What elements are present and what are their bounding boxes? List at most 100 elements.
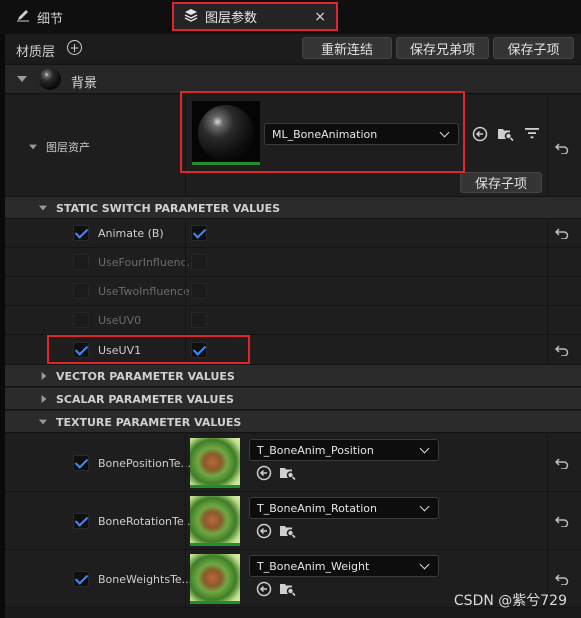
add-layer-icon[interactable]: + <box>67 40 82 55</box>
layer-asset-row: 图层资产 ML_BoneAnimation 保存子项 <box>5 95 581 197</box>
relink-button[interactable]: 重新连结 <box>302 37 392 59</box>
reset-icon[interactable] <box>554 344 569 357</box>
column-divider <box>185 95 186 197</box>
column-divider-right <box>547 277 548 306</box>
vector-section-header[interactable]: VECTOR PARAMETER VALUES <box>5 365 581 387</box>
use-selected-asset-icon[interactable] <box>472 126 488 145</box>
material-layer-toolbar: 材质层 + 重新连结 保存兄弟项 保存子项 <box>5 34 581 62</box>
tab-layer-parameters[interactable]: 图层参数 × <box>172 2 338 31</box>
reset-icon[interactable] <box>554 227 569 240</box>
reset-icon[interactable] <box>554 573 569 586</box>
tab-details[interactable]: 细节 <box>6 2 73 32</box>
param-name: UseFourInfluenc... <box>98 256 198 269</box>
vector-section-title: VECTOR PARAMETER VALUES <box>56 370 235 383</box>
override-checkbox[interactable] <box>73 455 89 471</box>
param-name: BoneWeightsTe... <box>98 573 193 586</box>
expand-arrow-icon[interactable] <box>41 372 47 380</box>
texture-value: T_BoneAnim_Position <box>257 443 374 457</box>
column-divider-right <box>547 95 548 197</box>
override-checkbox[interactable] <box>73 342 89 358</box>
texture-thumbnail[interactable] <box>190 496 240 546</box>
switch-param-row: UseTwoInfluence... <box>5 277 581 306</box>
switch-param-row: UseUV1 <box>5 335 581 365</box>
chevron-down-icon <box>439 127 450 138</box>
override-checkbox[interactable] <box>73 312 89 328</box>
reset-icon[interactable] <box>554 457 569 470</box>
layer-thumbnail <box>39 68 61 90</box>
expand-arrow-icon[interactable] <box>29 144 37 150</box>
collapse-arrow-icon[interactable] <box>39 205 47 211</box>
layer-asset-label: 图层资产 <box>46 141 90 154</box>
override-checkbox[interactable] <box>73 283 89 299</box>
column-divider <box>185 335 186 365</box>
material-layer-label: 材质层 <box>16 45 56 60</box>
collapse-arrow-icon[interactable] <box>17 76 27 82</box>
layer-header-row[interactable]: 背景 <box>5 64 581 94</box>
browse-asset-icon[interactable] <box>279 581 296 600</box>
column-divider-right <box>547 248 548 277</box>
override-checkbox[interactable] <box>73 225 89 241</box>
column-divider <box>185 550 186 608</box>
static-switch-section-header[interactable]: STATIC SWITCH PARAMETER VALUES <box>5 197 581 219</box>
layer-parameters-panel: 细节 图层参数 × 材质层 + 重新连结 保存兄弟项 保存子项 背景 图层资产 <box>0 0 581 618</box>
texture-thumbnail[interactable] <box>190 554 240 604</box>
texture-dropdown[interactable]: T_BoneAnim_Position <box>249 439 439 461</box>
thumbnail-type-bar <box>192 162 260 165</box>
column-divider-right <box>547 335 548 365</box>
texture-value: T_BoneAnim_Rotation <box>257 501 378 515</box>
layer-asset-value: ML_BoneAnimation <box>272 127 378 141</box>
layer-save-child-button[interactable]: 保存子项 <box>460 172 542 193</box>
override-checkbox[interactable] <box>73 254 89 270</box>
column-divider <box>185 306 186 335</box>
collapse-arrow-icon[interactable] <box>39 419 47 425</box>
value-checkbox[interactable] <box>191 342 207 358</box>
use-selected-asset-icon[interactable] <box>256 465 272 484</box>
close-icon[interactable]: × <box>314 9 326 25</box>
column-divider-right <box>547 434 548 492</box>
value-checkbox[interactable] <box>191 254 207 270</box>
switch-param-row: Animate (B) <box>5 219 581 248</box>
texture-section-title: TEXTURE PARAMETER VALUES <box>56 416 242 429</box>
column-divider <box>185 248 186 277</box>
tab-layer-parameters-label: 图层参数 <box>205 11 258 26</box>
browse-asset-icon[interactable] <box>279 465 296 484</box>
thumbnail-type-bar <box>190 543 240 546</box>
browse-asset-icon[interactable] <box>279 523 296 542</box>
pencil-icon <box>16 8 30 26</box>
column-divider-right <box>547 492 548 550</box>
tab-details-label: 细节 <box>37 11 64 27</box>
reset-icon[interactable] <box>554 142 569 155</box>
filter-icon[interactable] <box>525 126 539 143</box>
override-checkbox[interactable] <box>73 571 89 587</box>
sphere-preview <box>198 105 254 161</box>
expand-arrow-icon[interactable] <box>41 395 47 403</box>
chevron-down-icon <box>419 559 430 570</box>
param-name: UseUV1 <box>98 344 142 357</box>
texture-thumbnail[interactable] <box>190 438 240 488</box>
save-sibling-button[interactable]: 保存兄弟项 <box>396 37 489 59</box>
save-child-button[interactable]: 保存子项 <box>493 37 574 59</box>
value-checkbox[interactable] <box>191 283 207 299</box>
thumbnail-type-bar <box>190 601 240 604</box>
texture-section-header[interactable]: TEXTURE PARAMETER VALUES <box>5 411 581 433</box>
layer-name: 背景 <box>71 76 98 91</box>
override-checkbox[interactable] <box>73 513 89 529</box>
use-selected-asset-icon[interactable] <box>256 523 272 542</box>
param-name: UseUV0 <box>98 314 142 327</box>
scalar-section-title: SCALAR PARAMETER VALUES <box>56 393 234 406</box>
chevron-down-icon <box>419 501 430 512</box>
scalar-section-header[interactable]: SCALAR PARAMETER VALUES <box>5 388 581 410</box>
layer-asset-dropdown[interactable]: ML_BoneAnimation <box>264 123 459 145</box>
param-name: BonePositionTe... <box>98 457 191 470</box>
value-checkbox[interactable] <box>191 225 207 241</box>
switch-param-row: UseFourInfluenc... <box>5 248 581 277</box>
texture-dropdown[interactable]: T_BoneAnim_Rotation <box>249 497 439 519</box>
reset-icon[interactable] <box>554 515 569 528</box>
browse-asset-icon[interactable] <box>497 126 514 145</box>
layer-asset-thumbnail[interactable] <box>192 101 260 165</box>
value-checkbox[interactable] <box>191 312 207 328</box>
static-switch-section-title: STATIC SWITCH PARAMETER VALUES <box>56 202 281 215</box>
watermark: CSDN @紫兮729 <box>453 593 567 609</box>
use-selected-asset-icon[interactable] <box>256 581 272 600</box>
texture-dropdown[interactable]: T_BoneAnim_Weight <box>249 555 439 577</box>
